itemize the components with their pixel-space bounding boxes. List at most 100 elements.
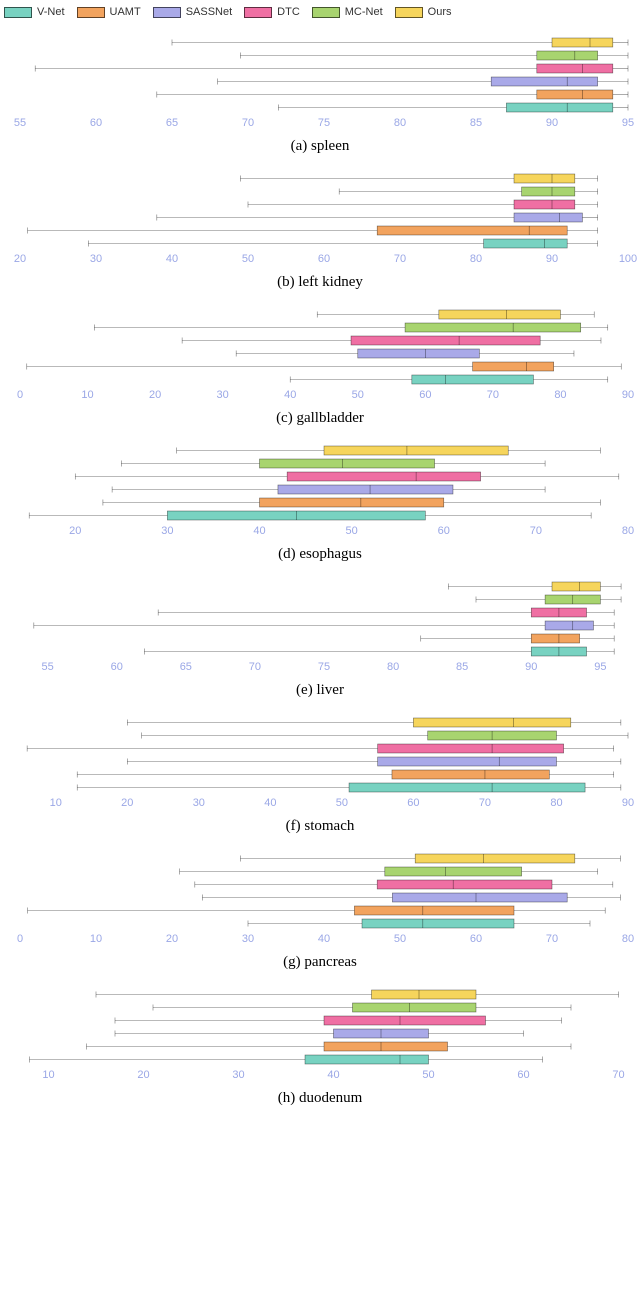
xtick-label: 80 bbox=[622, 525, 634, 537]
legend-label: DTC bbox=[277, 6, 300, 18]
legend-item-dtc: DTC bbox=[244, 6, 300, 18]
xtick-label: 50 bbox=[346, 525, 358, 537]
xtick-label: 60 bbox=[318, 253, 330, 265]
xtick-label: 60 bbox=[90, 117, 102, 129]
box-sassnet bbox=[514, 213, 582, 222]
panel-caption: (d) esophagus bbox=[0, 546, 640, 563]
legend-label: MC-Net bbox=[345, 6, 383, 18]
legend-swatch bbox=[4, 7, 32, 18]
xtick-label: 80 bbox=[394, 117, 406, 129]
xtick-label: 20 bbox=[166, 933, 178, 945]
box-ours bbox=[415, 854, 575, 863]
box-uamt bbox=[260, 498, 444, 507]
box-v-net bbox=[305, 1055, 429, 1064]
panel-caption: (g) pancreas bbox=[0, 954, 640, 971]
xtick-label: 95 bbox=[594, 661, 606, 673]
xtick-label: 50 bbox=[336, 797, 348, 809]
xtick-label: 30 bbox=[161, 525, 173, 537]
xtick-label: 75 bbox=[318, 117, 330, 129]
box-ours bbox=[324, 446, 508, 455]
xtick-label: 70 bbox=[487, 389, 499, 401]
box-v-net bbox=[484, 239, 568, 248]
box-sassnet bbox=[358, 349, 480, 358]
box-uamt bbox=[473, 362, 554, 371]
xtick-label: 40 bbox=[264, 797, 276, 809]
box-uamt bbox=[354, 906, 514, 915]
box-v-net bbox=[349, 783, 585, 792]
box-v-net bbox=[412, 375, 534, 384]
xtick-label: 20 bbox=[121, 797, 133, 809]
box-dtc bbox=[514, 200, 575, 209]
legend-swatch bbox=[153, 7, 181, 18]
box-ours bbox=[552, 582, 600, 591]
xtick-label: 90 bbox=[525, 661, 537, 673]
box-ours bbox=[439, 310, 561, 319]
box-mc-net bbox=[260, 459, 435, 468]
xtick-label: 40 bbox=[327, 1069, 339, 1081]
xtick-label: 40 bbox=[318, 933, 330, 945]
xtick-label: 70 bbox=[479, 797, 491, 809]
xtick-label: 60 bbox=[470, 933, 482, 945]
legend-swatch bbox=[244, 7, 272, 18]
legend-label: Ours bbox=[428, 6, 452, 18]
box-sassnet bbox=[491, 77, 597, 86]
xtick-label: 75 bbox=[318, 661, 330, 673]
xtick-label: 60 bbox=[438, 525, 450, 537]
box-ours bbox=[372, 990, 477, 999]
legend-label: UAMT bbox=[110, 6, 141, 18]
xtick-label: 10 bbox=[90, 933, 102, 945]
box-mc-net bbox=[522, 187, 575, 196]
xtick-label: 100 bbox=[619, 253, 637, 265]
box-uamt bbox=[377, 226, 567, 235]
panel-caption: (f) stomach bbox=[0, 818, 640, 835]
box-ours bbox=[552, 38, 613, 47]
xtick-label: 85 bbox=[456, 661, 468, 673]
xtick-label: 40 bbox=[166, 253, 178, 265]
xtick-label: 70 bbox=[530, 525, 542, 537]
box-dtc bbox=[537, 64, 613, 73]
xtick-label: 80 bbox=[622, 933, 634, 945]
panels-container: 556065707580859095(a) spleen203040506070… bbox=[0, 30, 640, 1112]
xtick-label: 85 bbox=[470, 117, 482, 129]
legend-item-sassnet: SASSNet bbox=[153, 6, 232, 18]
boxplot-svg: 556065707580859095 bbox=[0, 574, 640, 684]
xtick-label: 60 bbox=[517, 1069, 529, 1081]
xtick-label: 30 bbox=[242, 933, 254, 945]
xtick-label: 10 bbox=[81, 389, 93, 401]
xtick-label: 50 bbox=[352, 389, 364, 401]
legend-swatch bbox=[77, 7, 105, 18]
legend-label: SASSNet bbox=[186, 6, 232, 18]
legend-item-mc-net: MC-Net bbox=[312, 6, 383, 18]
xtick-label: 80 bbox=[550, 797, 562, 809]
xtick-label: 90 bbox=[546, 253, 558, 265]
boxplot-svg: 0102030405060708090 bbox=[0, 302, 640, 412]
panel-caption: (b) left kidney bbox=[0, 274, 640, 291]
box-mc-net bbox=[353, 1003, 477, 1012]
xtick-label: 70 bbox=[612, 1069, 624, 1081]
legend-item-uamt: UAMT bbox=[77, 6, 141, 18]
box-v-net bbox=[362, 919, 514, 928]
box-sassnet bbox=[545, 621, 593, 630]
xtick-label: 20 bbox=[69, 525, 81, 537]
boxplot-svg: 556065707580859095 bbox=[0, 30, 640, 140]
xtick-label: 40 bbox=[253, 525, 265, 537]
xtick-label: 55 bbox=[42, 661, 54, 673]
xtick-label: 10 bbox=[50, 797, 62, 809]
box-mc-net bbox=[385, 867, 522, 876]
xtick-label: 50 bbox=[422, 1069, 434, 1081]
xtick-label: 80 bbox=[470, 253, 482, 265]
box-uamt bbox=[537, 90, 613, 99]
box-v-net bbox=[506, 103, 612, 112]
xtick-label: 60 bbox=[111, 661, 123, 673]
panel-gallbladder: 0102030405060708090(c) gallbladder bbox=[0, 302, 640, 432]
panel-duodenum: 10203040506070(h) duodenum bbox=[0, 982, 640, 1112]
xtick-label: 70 bbox=[394, 253, 406, 265]
box-sassnet bbox=[378, 757, 557, 766]
legend-swatch bbox=[395, 7, 423, 18]
box-dtc bbox=[377, 880, 552, 889]
xtick-label: 20 bbox=[137, 1069, 149, 1081]
xtick-label: 20 bbox=[149, 389, 161, 401]
xtick-label: 90 bbox=[622, 389, 634, 401]
xtick-label: 50 bbox=[242, 253, 254, 265]
box-ours bbox=[514, 174, 575, 183]
